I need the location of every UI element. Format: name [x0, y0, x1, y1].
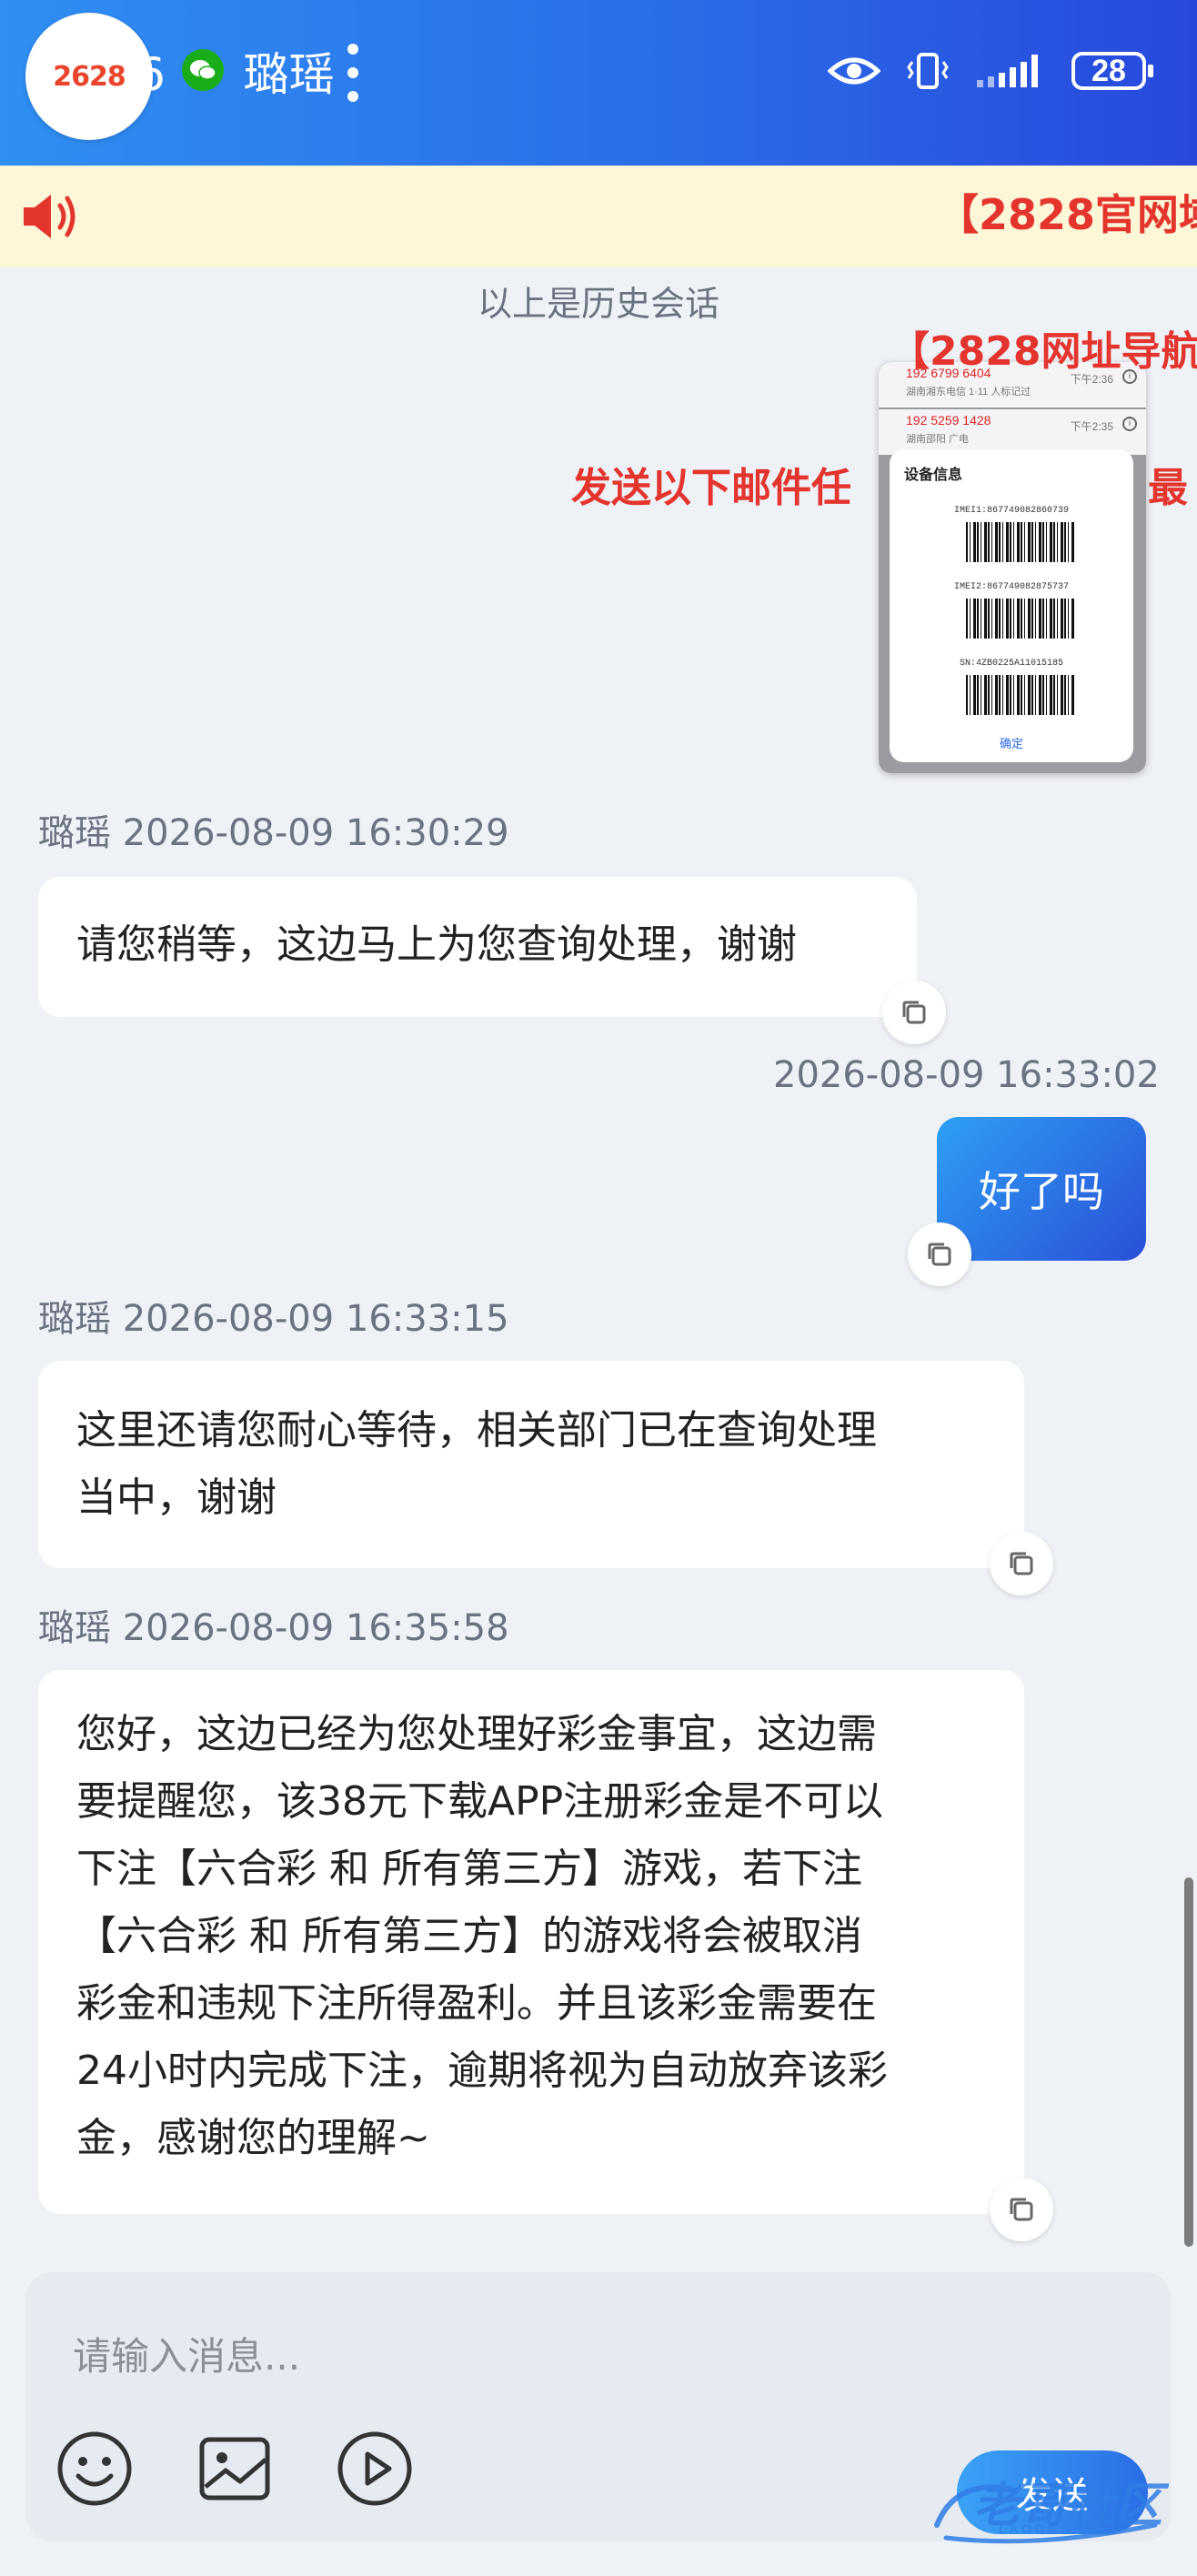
message-time: 2026-08-09 16:35:58	[122, 1607, 509, 1649]
message-meta: 璐瑶 2026-08-09 16:33:15	[38, 1293, 509, 1344]
call-subtitle: 湖南邵阳 广电	[906, 434, 970, 445]
message-bubble[interactable]: 这里还请您耐心等待，相关部门已在查询处理 当中，谢谢	[38, 1361, 1024, 1568]
message-text: 请您稍等，这边马上为您查询处理，谢谢	[76, 921, 797, 968]
battery-indicator: 28	[1071, 52, 1153, 90]
call-log-row: 192 5259 1428 湖南邵阳 广电 下午2:35 i	[879, 409, 1146, 455]
emoji-icon[interactable]	[55, 2429, 135, 2509]
copy-button[interactable]	[882, 981, 946, 1044]
app-logo[interactable]: 2628	[25, 13, 153, 140]
barcode-image	[966, 675, 1075, 715]
message-text-line: 要提醒您，该38元下载APP注册彩金是不可以	[76, 1778, 884, 1825]
dialog-title: 设备信息	[904, 466, 963, 483]
message-text-line: 彩金和违规下注所得盈利。并且该彩金需要在	[76, 1980, 877, 2027]
copy-icon	[902, 1001, 926, 1024]
title-prefix: 6	[136, 48, 166, 101]
message-text-line: 当中，谢谢	[76, 1474, 277, 1521]
message-input[interactable]	[71, 2323, 984, 2389]
promo-overlay-text: 最	[1148, 465, 1188, 511]
message-time: 2026-08-09 16:33:15	[122, 1298, 509, 1340]
message-text-line: 下注【六合彩 和 所有第三方】游戏，若下注	[76, 1846, 862, 1892]
call-subtitle: 湖南湘东电信 1·11 人标记过	[906, 387, 1031, 397]
announcement-bar[interactable]: 【2828官网域	[0, 166, 1197, 267]
speaker-icon	[24, 195, 75, 238]
copy-button[interactable]	[990, 1532, 1053, 1595]
message-text-line: 这里还请您耐心等待，相关部门已在查询处理	[76, 1407, 877, 1454]
copy-button[interactable]	[908, 1223, 971, 1286]
status-bar-icons: 28	[828, 42, 1153, 100]
promo-overlay-text: 发送以下邮件任	[571, 465, 851, 511]
copy-icon	[1010, 2198, 1033, 2221]
chat-title: 璐瑶	[243, 48, 335, 101]
barcode-image	[966, 599, 1075, 639]
sender-name: 璐瑶	[38, 812, 111, 854]
composer-area: 发送	[0, 2247, 1197, 2576]
eye-icon	[828, 57, 880, 85]
message-text-line: 【六合彩 和 所有第三方】的游戏将会被取消	[76, 1913, 862, 1959]
chat-scrollbar[interactable]	[1184, 1877, 1193, 2247]
message-text-line: 24小时内完成下注，逾期将视为自动放弃该彩	[76, 2048, 888, 2094]
header-title-row: 6 璐瑶	[136, 45, 335, 104]
sn-label: SN:4ZB0225A11015185	[959, 659, 1064, 669]
more-menu-icon[interactable]	[342, 44, 364, 109]
play-icon[interactable]	[335, 2429, 415, 2509]
message-time: 2026-08-09 16:33:02	[773, 1054, 1160, 1096]
message-bubble[interactable]: 请您稍等，这边马上为您查询处理，谢谢	[38, 877, 917, 1017]
send-button[interactable]: 发送	[957, 2450, 1148, 2534]
sender-name: 璐瑶	[38, 1298, 111, 1340]
message-time: 2026-08-09 16:30:29	[122, 812, 509, 854]
image-icon[interactable]	[195, 2429, 275, 2509]
barcode-image	[966, 522, 1075, 562]
dialog-ok-label: 确定	[999, 738, 1023, 751]
device-info-dialog: 设备信息 IMEI1:867749082860739 IMEI2:8677490…	[890, 449, 1133, 762]
info-icon: i	[1122, 417, 1137, 431]
signal-icon	[977, 55, 1038, 87]
sender-name: 璐瑶	[38, 1607, 111, 1649]
call-time: 下午2:35	[1070, 420, 1113, 433]
message-bubble[interactable]: 您好，这边已经为您处理好彩金事宜，这边需 要提醒您，该38元下载APP注册彩金是…	[38, 1670, 1024, 2214]
message-meta: 璐瑶 2026-08-09 16:30:29	[38, 808, 509, 859]
top-bar: 2628 6 璐瑶 28	[0, 0, 1197, 166]
call-number: 192 5259 1428	[906, 413, 991, 428]
shared-image-device-info[interactable]: 192 6799 6404 湖南湘东电信 1·11 人标记过 下午2:36 i …	[879, 362, 1146, 773]
message-text-line: 您好，这边已经为您处理好彩金事宜，这边需	[76, 1711, 877, 1757]
message-meta: 璐瑶 2026-08-09 16:35:58	[38, 1603, 509, 1654]
composer-box: 发送	[25, 2272, 1172, 2541]
my-message-bubble[interactable]: 好了吗	[937, 1117, 1146, 1261]
copy-icon	[1010, 1552, 1033, 1575]
message-text-line: 金，感谢您的理解~	[76, 2115, 430, 2161]
promo-overlay-text: 【2828网址导航	[890, 328, 1197, 375]
vibrate-icon	[907, 53, 949, 89]
copy-button[interactable]	[990, 2178, 1053, 2241]
imei2-label: IMEI2:867749082875737	[953, 582, 1070, 592]
copy-icon	[928, 1243, 951, 1266]
message-text: 好了吗	[979, 1167, 1104, 1216]
announcement-text: 【2828官网域	[937, 190, 1197, 239]
wechat-icon	[182, 49, 224, 91]
logo-text: 2628	[53, 60, 126, 93]
imei1-label: IMEI1:867749082860739	[953, 506, 1070, 516]
